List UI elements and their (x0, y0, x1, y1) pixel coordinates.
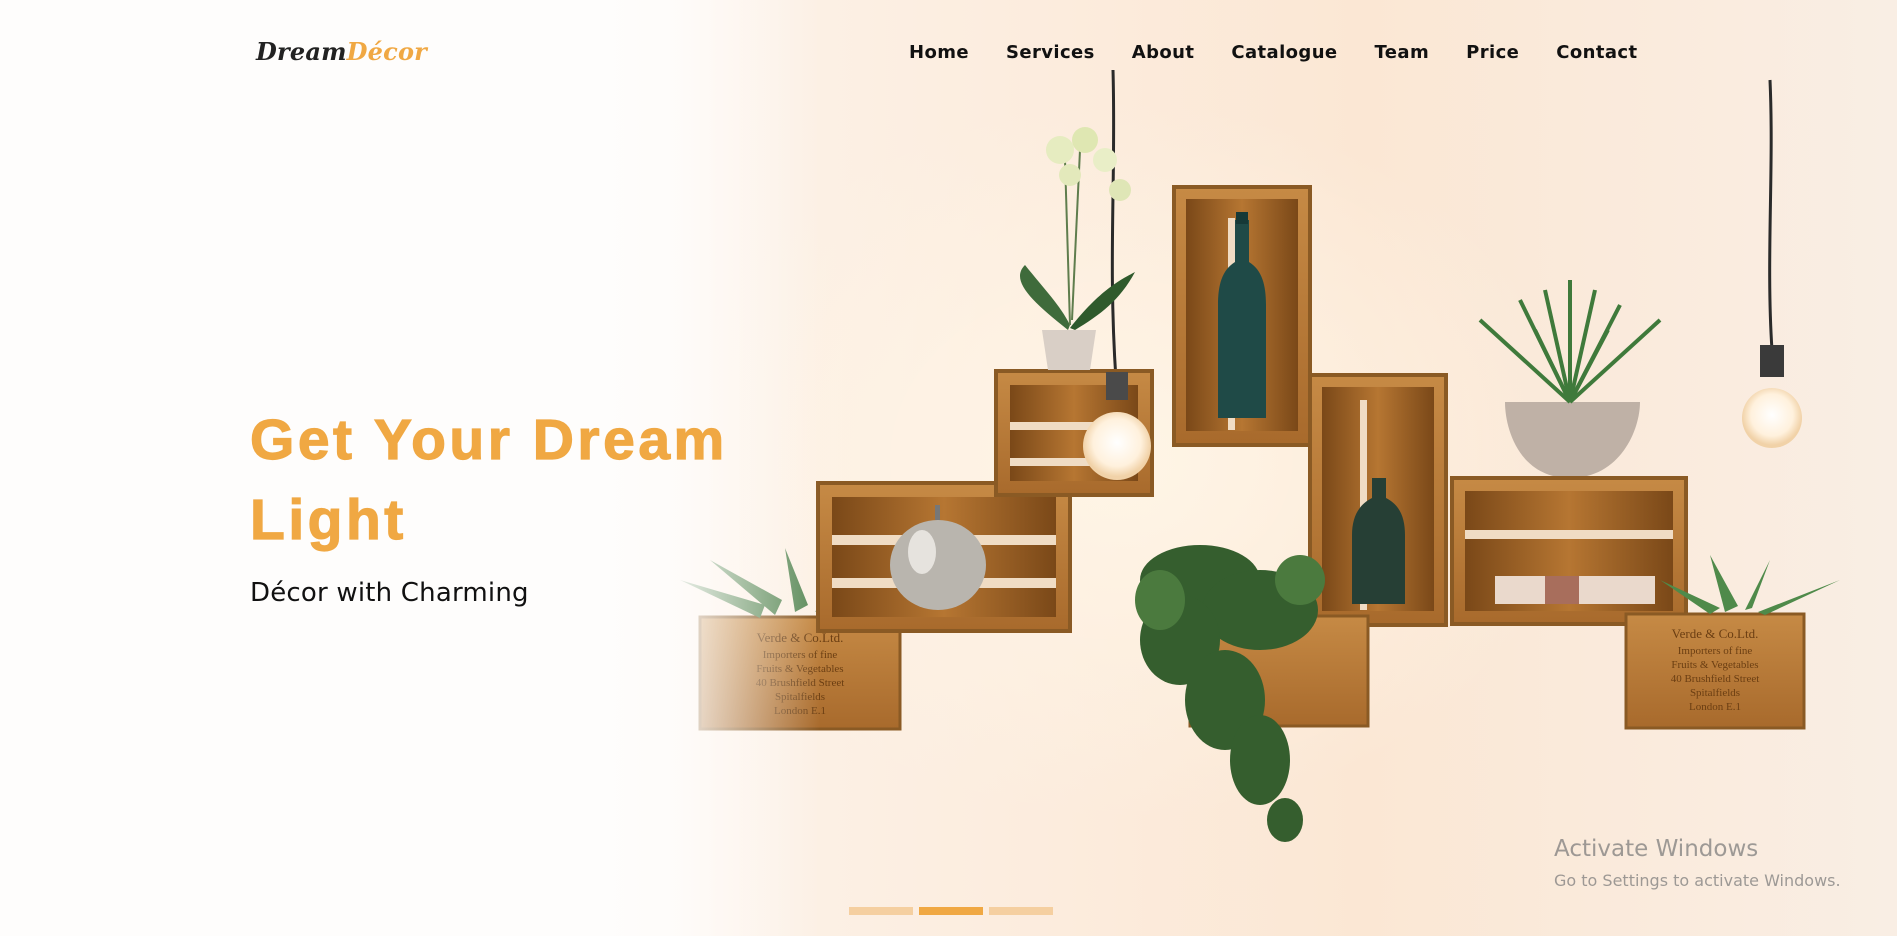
hero-title-line2: Light (249, 487, 407, 552)
svg-text:London E.1: London E.1 (774, 705, 826, 717)
nav-contact[interactable]: Contact (1556, 42, 1637, 63)
svg-text:Spitalfields: Spitalfields (775, 691, 825, 703)
crate-bottle-small (1308, 373, 1448, 627)
crate-right (1450, 476, 1688, 626)
hero-subtitle: Décor with Charming (250, 578, 529, 608)
nav-services[interactable]: Services (1006, 42, 1095, 63)
hero-title: Get Your Dream Light (249, 400, 790, 560)
crate-bottle-tall (1172, 185, 1312, 447)
svg-text:Fruits & Vegetables: Fruits & Vegetables (1671, 659, 1758, 671)
nav-catalogue[interactable]: Catalogue (1231, 42, 1337, 63)
watermark-subtitle: Go to Settings to activate Windows. (1554, 871, 1841, 890)
svg-text:Spitalfields: Spitalfields (1690, 687, 1740, 699)
logo-text-decor: Décor (346, 37, 428, 66)
crate-left-bottom: Verde & Co.Ltd. Importers of fine Fruits… (698, 615, 902, 731)
nav-price[interactable]: Price (1466, 42, 1519, 63)
nav-home[interactable]: Home (909, 42, 969, 63)
svg-text:London E.1: London E.1 (1689, 701, 1741, 713)
slide-indicator-3[interactable] (989, 907, 1053, 915)
svg-text:Importers of fine: Importers of fine (1678, 645, 1753, 657)
nav-team[interactable]: Team (1375, 42, 1430, 63)
crate-right-bottom: Verde & Co.Ltd. Importers of fine Fruits… (1624, 612, 1806, 730)
svg-text:Verde & Co.Ltd.: Verde & Co.Ltd. (1672, 626, 1759, 641)
main-nav: Home Services About Catalogue Team Price… (909, 42, 1637, 63)
hero-title-line1: Get Your Dream (249, 407, 728, 472)
activation-watermark: Activate Windows Go to Settings to activ… (1554, 836, 1841, 890)
slider-indicators (849, 907, 1053, 915)
svg-text:40 Brushfield Street: 40 Brushfield Street (1671, 673, 1760, 685)
svg-text:Fruits & Vegetables: Fruits & Vegetables (756, 663, 843, 675)
brand-logo[interactable]: DreamDécor (256, 37, 427, 66)
slide-indicator-2[interactable] (919, 907, 983, 915)
crate-apple (816, 481, 1072, 633)
nav-about[interactable]: About (1132, 42, 1195, 63)
svg-text:40 Brushfield Street: 40 Brushfield Street (756, 677, 845, 689)
svg-text:Importers of fine: Importers of fine (763, 649, 838, 661)
watermark-title: Activate Windows (1554, 836, 1759, 862)
logo-text-dream: Dream (256, 37, 347, 66)
slide-indicator-1[interactable] (849, 907, 913, 915)
